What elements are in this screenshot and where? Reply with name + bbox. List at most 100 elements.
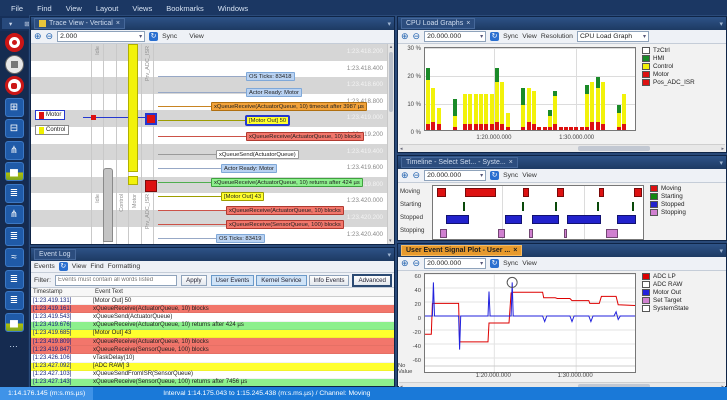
log-menu-formatting[interactable]: Formatting: [108, 263, 140, 270]
filter-toggle-user-events[interactable]: User Events: [210, 274, 255, 286]
trace-event-label[interactable]: Actor Ready: Motor: [246, 88, 302, 97]
log-row[interactable]: [1:23.419.131] [Motor Out] 50: [31, 297, 394, 306]
log-row[interactable]: [1:23.419.685] [Motor Out] 43: [31, 329, 394, 338]
log-row[interactable]: [1:23.426.106] vTaskDelay(10): [31, 354, 394, 363]
trace-event-label[interactable]: OS Ticks: 83419: [216, 234, 265, 243]
trace-view-vertical-icon[interactable]: ⊟: [4, 119, 24, 138]
zoom-in-button[interactable]: ⊕: [401, 171, 409, 180]
timeline-segment-stopping[interactable]: [606, 228, 618, 238]
timeline-segment-moving[interactable]: [437, 188, 446, 197]
more-views-icon[interactable]: …: [5, 334, 24, 353]
graph-select-combo[interactable]: CPU Load Graph ▾: [576, 31, 649, 42]
cpu-scale-combo[interactable]: 20.000.000 ▾: [424, 31, 487, 42]
sync-icon[interactable]: ↻: [149, 32, 159, 41]
chevron-down-icon[interactable]: ▾: [387, 251, 391, 259]
advanced-button[interactable]: Advanced: [353, 274, 391, 286]
menu-item-file[interactable]: File: [4, 2, 30, 15]
scroll-thumb[interactable]: [578, 146, 651, 151]
zoom-out-button[interactable]: ⊖: [413, 32, 421, 41]
signal-plot-titlebar[interactable]: User Event Signal Plot - User ... × ▾: [398, 244, 726, 257]
timeline-segment-moving[interactable]: [633, 188, 642, 197]
zoom-out-button[interactable]: ⊖: [413, 259, 421, 268]
snapshot-button-icon[interactable]: [4, 76, 24, 95]
close-icon[interactable]: ×: [466, 20, 470, 27]
sync-icon[interactable]: ↻: [490, 171, 500, 180]
cpu-load-titlebar[interactable]: CPU Load Graphs × ▾: [398, 17, 726, 30]
signal-chart[interactable]: [424, 273, 636, 373]
scroll-thumb[interactable]: [389, 52, 393, 112]
timeline-segment-stopping[interactable]: [498, 228, 506, 238]
event-log-tab[interactable]: Event Log: [34, 249, 76, 260]
chevron-down-icon[interactable]: ▾: [719, 247, 723, 255]
trace-event-label[interactable]: xQueueReceive(ActuatorQueue, 10) blocks: [246, 132, 364, 141]
trace-view-tab[interactable]: Trace View - Vertical ×: [34, 18, 125, 29]
sync-menu[interactable]: Sync: [503, 260, 518, 267]
log-row[interactable]: [1:23.419.809] xQueueReceive(ActuatorQueu…: [31, 337, 394, 347]
timeline-segment-stopped[interactable]: [505, 215, 523, 224]
log-row[interactable]: [1:23.427.103] xQueueSendFromISR(SensorQu…: [31, 370, 394, 379]
zoom-out-button[interactable]: ⊖: [413, 171, 421, 180]
zoom-in-button[interactable]: ⊕: [34, 32, 42, 41]
trace-event-label[interactable]: xQueueReceive(ActuatorQueue, 10) returns…: [211, 178, 363, 187]
log-row[interactable]: [1:23.419.543] xQueueSend(ActuatorQueue): [31, 313, 394, 322]
zoom-in-button[interactable]: ⊕: [401, 32, 409, 41]
cpu-load-graph-icon[interactable]: ▅: [4, 162, 24, 181]
sync-menu[interactable]: Sync: [162, 33, 177, 40]
motor-execution-stub[interactable]: [128, 176, 138, 185]
object-flow-icon[interactable]: ⋔: [4, 140, 24, 160]
sync-icon[interactable]: ↻: [490, 32, 500, 41]
timeline-segment-moving[interactable]: [464, 188, 496, 197]
sync-menu[interactable]: Sync: [503, 172, 518, 179]
trace-event-label[interactable]: [Motor Out] 50: [246, 116, 290, 125]
zoom-out-button[interactable]: ⊖: [46, 32, 54, 41]
log-row[interactable]: [1:23.427.143] xQueueReceive(SensorQueue,…: [31, 378, 394, 386]
trace-event-label[interactable]: xQueueReceive(SensorQueue, 100) blocks: [226, 220, 344, 229]
record-button-icon[interactable]: [4, 33, 24, 52]
timeline-segment-stopping[interactable]: [528, 228, 533, 238]
timeline-segment-starting[interactable]: [463, 201, 466, 211]
signal-scale-combo[interactable]: 20.000.000 ▾: [424, 258, 487, 269]
log-row[interactable]: [1:23.419.847] xQueueReceive(SensorQueue,…: [31, 346, 394, 355]
timeline-segment-moving[interactable]: [556, 188, 565, 197]
trace-event-label[interactable]: OS Ticks: 83418: [246, 72, 295, 81]
sync-menu[interactable]: Sync: [503, 33, 518, 40]
actor-chip-motor[interactable]: Motor: [35, 110, 66, 120]
view-menu[interactable]: View: [522, 260, 537, 267]
sync-icon[interactable]: ↻: [58, 262, 68, 271]
kernel-service-calls-icon[interactable]: ≣: [4, 226, 24, 246]
timeline-segment-stopped[interactable]: [616, 215, 636, 224]
trace-canvas[interactable]: 1:23.418.200 1:23.418.400 1:23.418.600 1:23…: [31, 44, 394, 244]
trace-event-label[interactable]: Actor Ready: Motor: [221, 164, 277, 173]
timeline-segment-stopped[interactable]: [445, 215, 469, 224]
trace-event-label[interactable]: xQueueSend(ActuatorQueue): [216, 150, 299, 159]
log-row[interactable]: [1:23.419.161] xQueueReceive(ActuatorQueu…: [31, 305, 394, 314]
menu-item-layout[interactable]: Layout: [89, 2, 126, 15]
menu-item-bookmarks[interactable]: Bookmarks: [159, 2, 211, 15]
actor-statistics-icon[interactable]: ≣: [4, 291, 24, 310]
sync-icon[interactable]: ↻: [490, 259, 500, 268]
trace-view-titlebar[interactable]: Trace View - Vertical × ▾: [31, 17, 394, 30]
chevron-down-icon[interactable]: ▾: [9, 20, 12, 28]
log-menu-find[interactable]: Find: [90, 263, 103, 270]
timeline-segment-starting[interactable]: [555, 201, 558, 211]
trace-scale-combo[interactable]: 2.000 ▾: [57, 31, 146, 42]
actor-instance-graph-icon[interactable]: ≈: [4, 248, 24, 267]
log-row[interactable]: [1:23.419.676] xQueueReceive(ActuatorQueu…: [31, 321, 394, 330]
view-menu[interactable]: View: [189, 33, 204, 40]
zoom-in-button[interactable]: ⊕: [401, 259, 409, 268]
scroll-down-icon[interactable]: ▾: [389, 238, 392, 244]
views-grid-icon[interactable]: ⊞: [4, 97, 24, 117]
filter-input[interactable]: [55, 274, 178, 286]
object-history-icon[interactable]: ⋔: [4, 205, 24, 224]
timeline-segment-moving[interactable]: [523, 188, 529, 197]
timeline-segment-moving[interactable]: [598, 188, 605, 197]
filter-toggle-kernel-service[interactable]: Kernel Service: [256, 274, 307, 286]
chevron-down-icon[interactable]: ▾: [719, 159, 723, 167]
timeline-segment-starting[interactable]: [521, 201, 524, 211]
menu-item-view[interactable]: View: [59, 2, 89, 15]
timeline-segment-stopped[interactable]: [567, 215, 601, 224]
trace-event-label[interactable]: xQueueReceive(ActuatorQueue, 10) timeout…: [211, 102, 367, 111]
timeline-segment-starting[interactable]: [597, 201, 600, 211]
scroll-right-icon[interactable]: ▸: [721, 146, 724, 152]
view-menu[interactable]: View: [522, 33, 537, 40]
